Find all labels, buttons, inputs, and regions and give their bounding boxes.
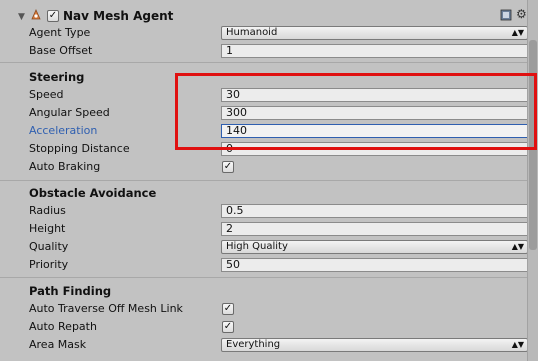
base-offset-field[interactable]: 1 xyxy=(221,44,528,58)
quality-value: High Quality xyxy=(226,241,288,252)
component-enabled-checkbox[interactable]: ✓ xyxy=(47,10,59,22)
auto-traverse-checkbox[interactable]: ✓ xyxy=(222,303,234,315)
path-finding-section-title: Path Finding xyxy=(29,284,112,298)
stopping-distance-label: Stopping Distance xyxy=(29,142,130,155)
vertical-scrollbar[interactable] xyxy=(527,0,538,361)
acceleration-label: Acceleration xyxy=(29,124,98,137)
section-divider xyxy=(0,277,538,278)
dropdown-arrow-icon: ▲▼ xyxy=(511,28,524,37)
section-divider xyxy=(0,180,538,181)
radius-label: Radius xyxy=(29,204,66,217)
quality-label: Quality xyxy=(29,240,69,253)
section-divider xyxy=(0,62,538,63)
foldout-arrow-icon[interactable]: ▼ xyxy=(18,12,25,22)
annotation-highlight-box xyxy=(175,73,537,150)
priority-label: Priority xyxy=(29,258,69,271)
agent-type-value: Humanoid xyxy=(226,27,278,38)
base-offset-label: Base Offset xyxy=(29,44,93,57)
height-label: Height xyxy=(29,222,66,235)
gear-icon[interactable]: ⚙ xyxy=(516,7,527,21)
obstacle-avoidance-section-title: Obstacle Avoidance xyxy=(29,186,157,200)
speed-label: Speed xyxy=(29,88,64,101)
auto-repath-checkbox[interactable]: ✓ xyxy=(222,321,234,333)
dropdown-arrow-icon: ▲▼ xyxy=(511,340,524,349)
dropdown-arrow-icon: ▲▼ xyxy=(511,242,524,251)
agent-type-label: Agent Type xyxy=(29,26,91,39)
auto-braking-checkbox[interactable]: ✓ xyxy=(222,161,234,173)
agent-type-dropdown[interactable]: Humanoid ▲▼ xyxy=(221,26,528,40)
auto-repath-label: Auto Repath xyxy=(29,320,97,333)
auto-braking-label: Auto Braking xyxy=(29,160,101,173)
component-title: Nav Mesh Agent xyxy=(63,9,174,23)
auto-traverse-label: Auto Traverse Off Mesh Link xyxy=(29,302,183,315)
steering-section-title: Steering xyxy=(29,70,85,84)
angular-speed-label: Angular Speed xyxy=(29,106,110,119)
book-icon[interactable] xyxy=(500,9,512,21)
height-field[interactable]: 2 xyxy=(221,222,528,236)
quality-dropdown[interactable]: High Quality ▲▼ xyxy=(221,240,528,254)
priority-field[interactable]: 50 xyxy=(221,258,528,272)
navmesh-agent-icon xyxy=(30,9,42,21)
area-mask-dropdown[interactable]: Everything ▲▼ xyxy=(221,338,528,352)
radius-field[interactable]: 0.5 xyxy=(221,204,528,218)
area-mask-label: Area Mask xyxy=(29,338,87,351)
area-mask-value: Everything xyxy=(226,339,281,350)
